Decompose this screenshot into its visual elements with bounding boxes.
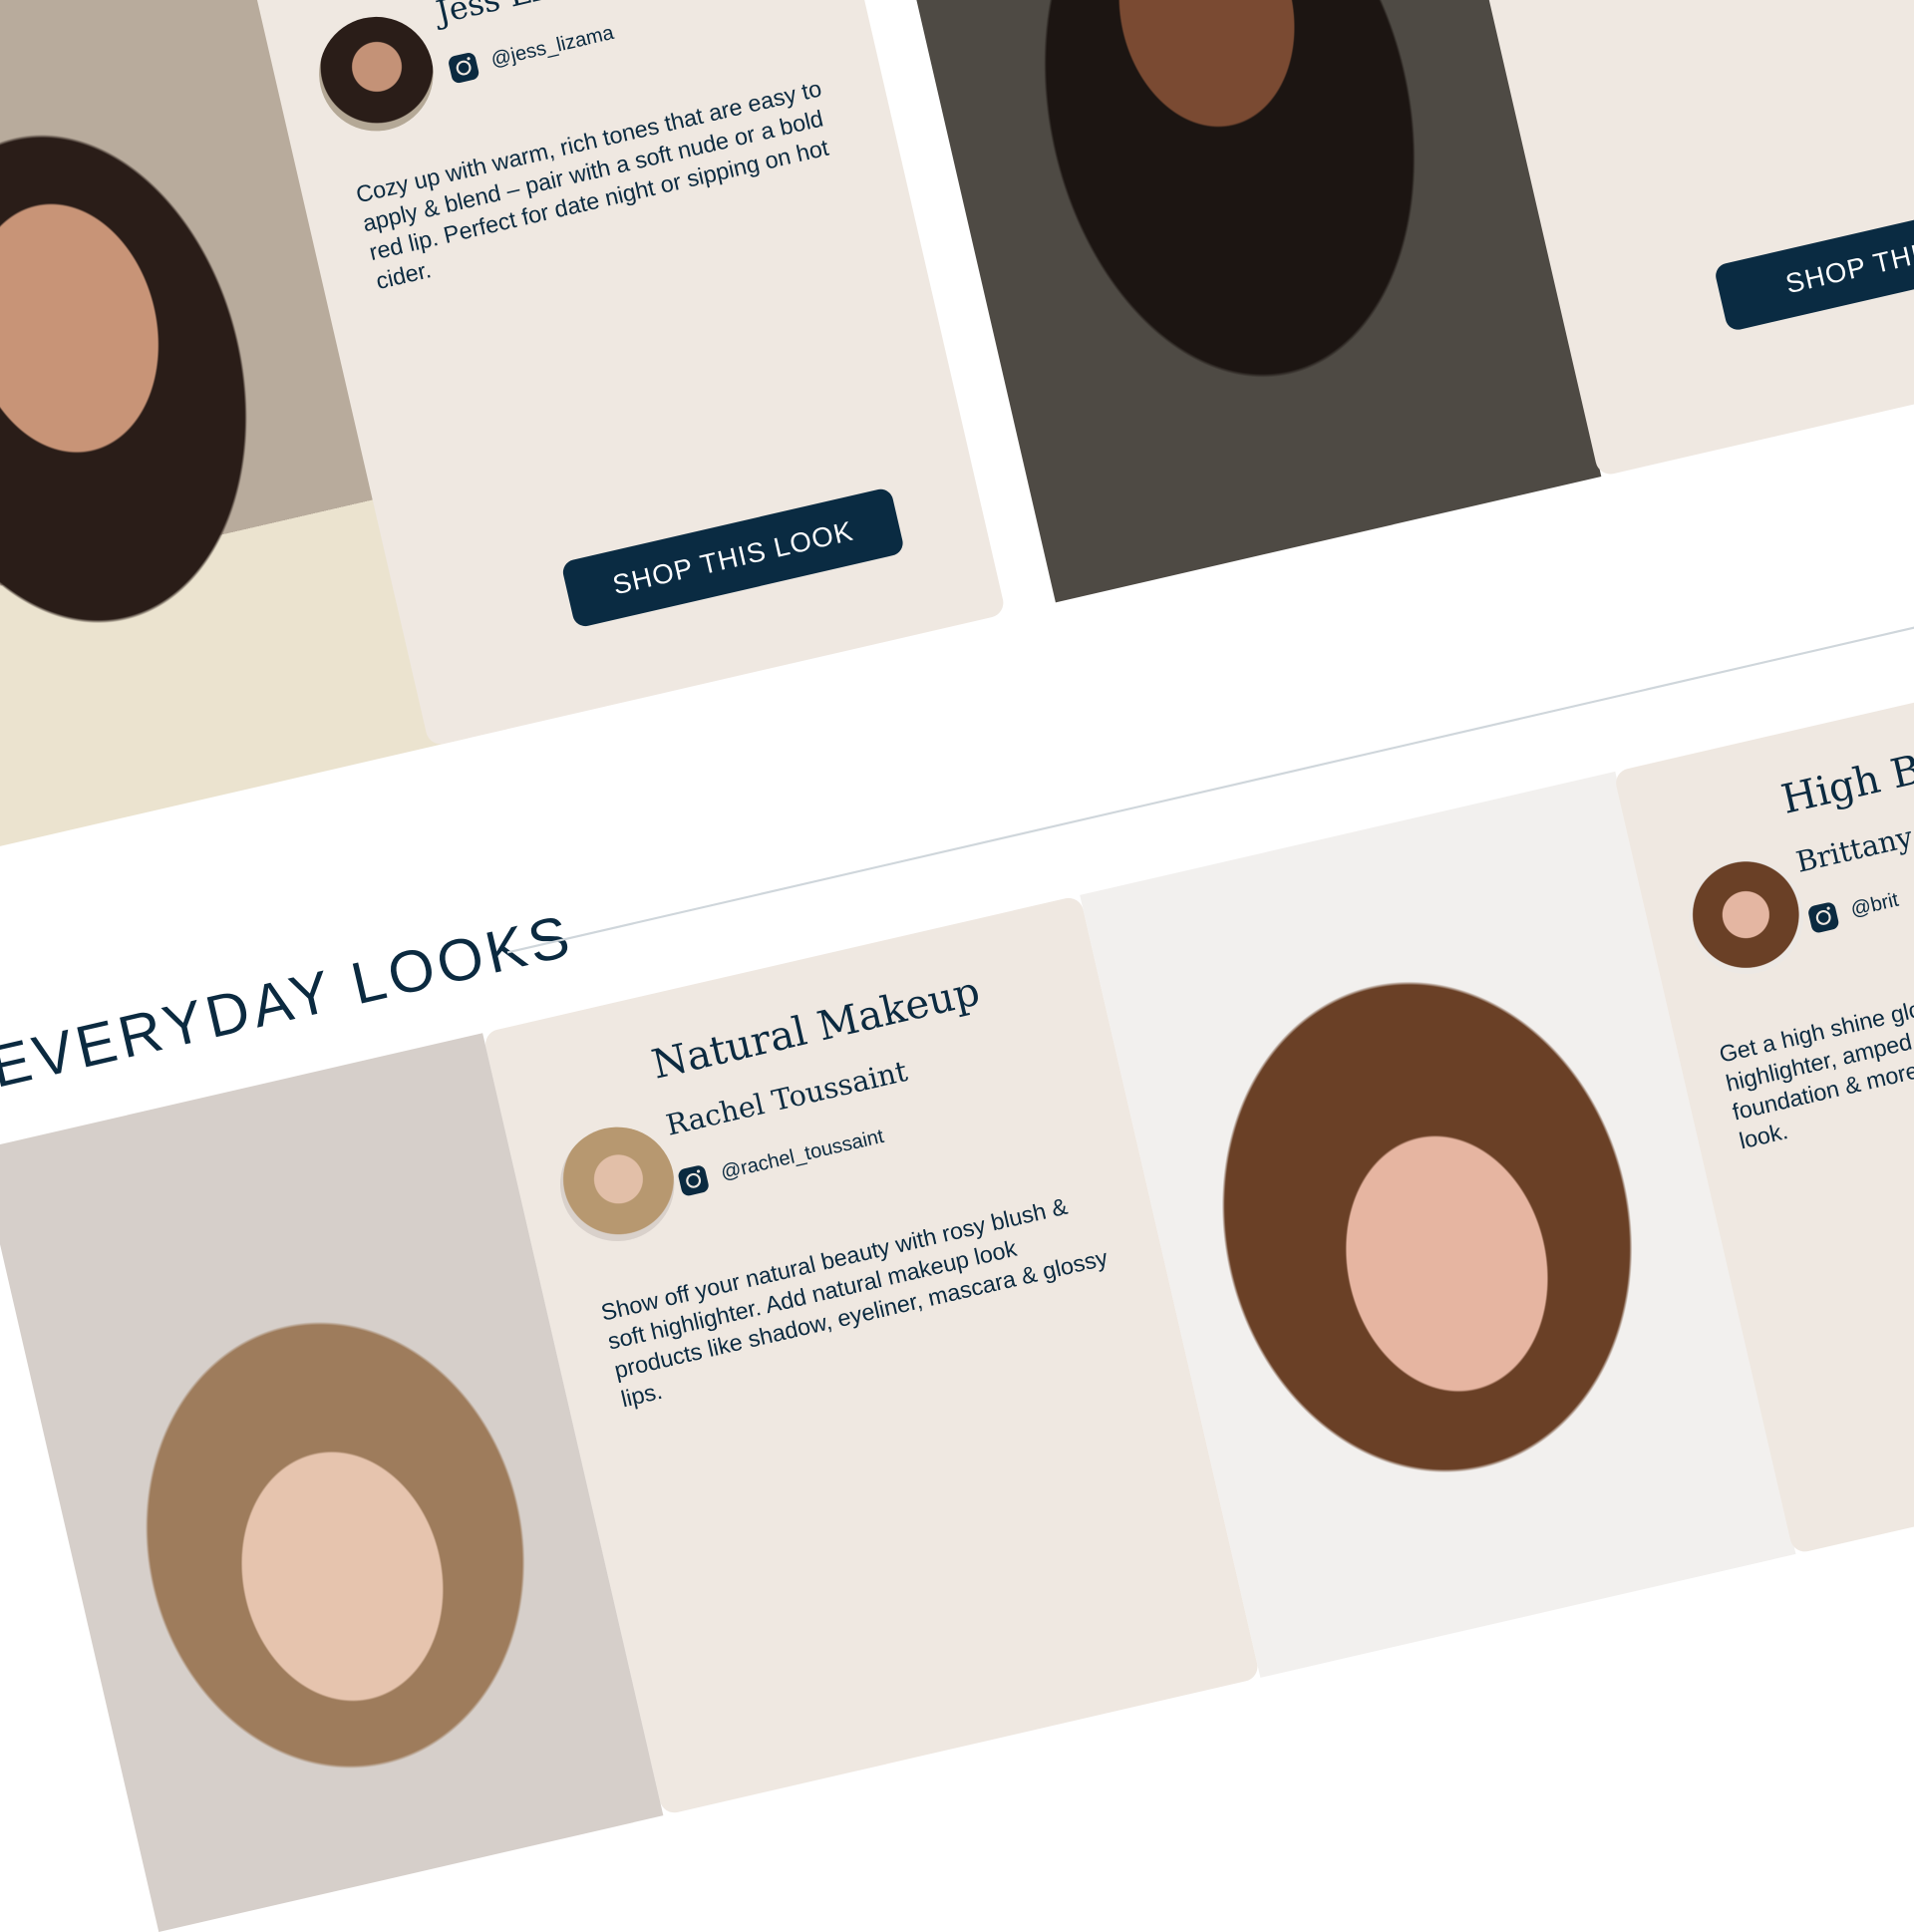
- look-title: Natural Makeup: [647, 967, 985, 1089]
- look-description: Get a high shine glo highlighter, amped …: [1717, 995, 1914, 1154]
- instagram-handle-row[interactable]: @brit: [1806, 887, 1902, 934]
- instagram-icon: [677, 1163, 711, 1197]
- avatar: [307, 5, 445, 143]
- author-name: Brittany: [1792, 820, 1914, 880]
- page-canvas: Jess Lizama @jess_lizama Cozy up with wa…: [0, 0, 1914, 1932]
- instagram-icon: [447, 51, 480, 85]
- avatar: [1678, 848, 1815, 986]
- avatar: [548, 1116, 686, 1253]
- instagram-handle: @brit: [1848, 888, 1901, 922]
- instagram-handle-row[interactable]: @jess_lizama: [447, 20, 617, 85]
- instagram-icon: [1806, 900, 1840, 934]
- look-description: Cozy up with warm, rich tones that are e…: [353, 75, 831, 295]
- instagram-handle-row[interactable]: @rachel_toussaint: [677, 1124, 886, 1197]
- look-title: High B: [1776, 745, 1914, 823]
- look-description: Show off your natural beauty with rosy b…: [598, 1192, 1111, 1413]
- instagram-handle: @jess_lizama: [488, 21, 616, 72]
- shop-this-look-button[interactable]: SHOP THIS LO: [1713, 189, 1914, 333]
- instagram-handle: @rachel_toussaint: [718, 1125, 886, 1185]
- shop-this-look-button[interactable]: SHOP THIS LOOK: [560, 486, 906, 629]
